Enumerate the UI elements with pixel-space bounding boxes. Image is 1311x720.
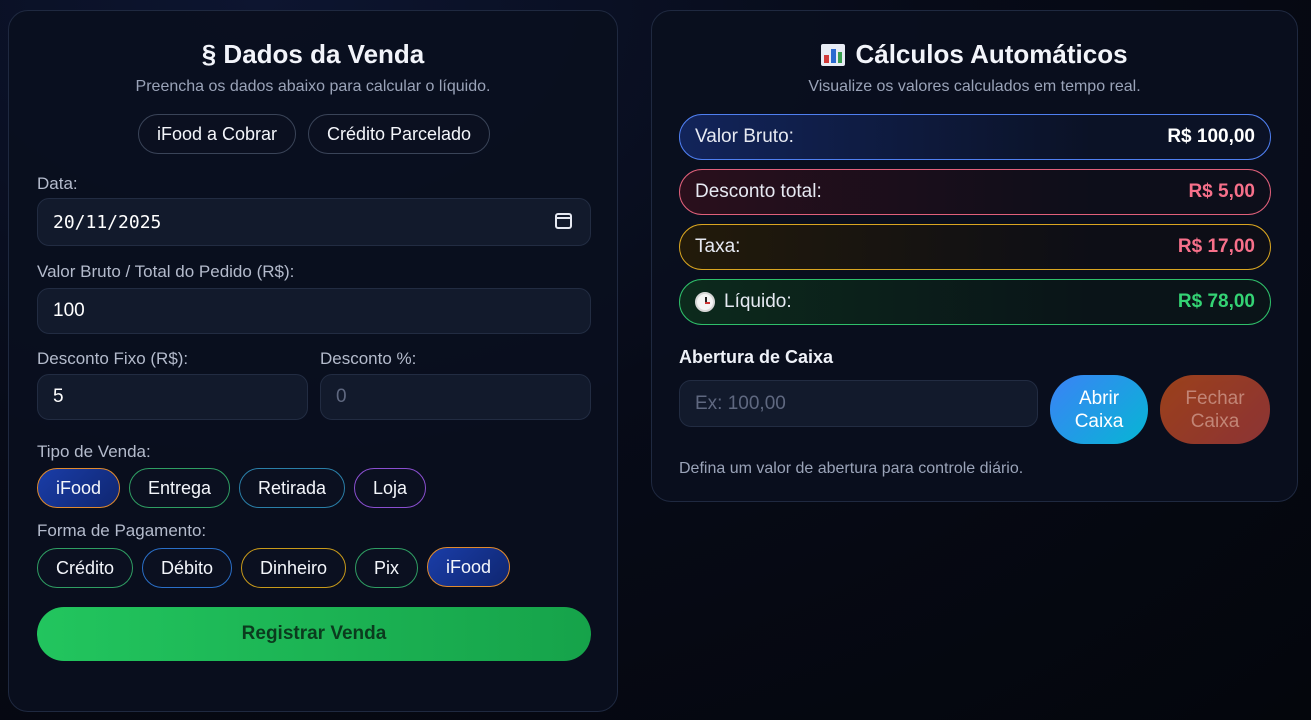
row-value: R$ 78,00 <box>1177 291 1255 312</box>
payment-label: Forma de Pagamento: <box>37 521 207 540</box>
panel-title-row: Cálculos Automáticos <box>652 39 1297 70</box>
cash-opening-title: Abertura de Caixa <box>679 347 834 367</box>
row-value: R$ 17,00 <box>1177 236 1255 257</box>
calendar-icon[interactable] <box>555 213 572 229</box>
fixed-discount-label: Desconto Fixo (R$): <box>37 349 189 368</box>
date-input[interactable]: 20/11/2025 <box>37 198 591 246</box>
net-value-row: Líquido: R$ 78,00 <box>679 279 1271 325</box>
gross-value-label: Valor Bruto / Total do Pedido (R$): <box>37 262 295 281</box>
row-label: Desconto total: <box>695 181 822 202</box>
panel-title: Cálculos Automáticos <box>855 39 1128 69</box>
date-value: 20/11/2025 <box>53 211 162 233</box>
panel-subtitle: Preencha os dados abaixo para calcular o… <box>135 78 491 95</box>
clock-icon <box>695 292 715 312</box>
payment-ifood[interactable]: iFood <box>427 547 510 587</box>
panel-title: § Dados da Venda <box>201 39 425 69</box>
sale-type-entrega[interactable]: Entrega <box>129 468 230 508</box>
gross-value-input[interactable]: 100 <box>37 288 591 334</box>
row-label-group: Líquido: <box>695 291 792 313</box>
sale-type-ifood[interactable]: iFood <box>37 468 120 508</box>
sale-type-label: Tipo de Venda: <box>37 442 151 461</box>
row-label: Valor Bruto: <box>695 126 794 147</box>
gross-value-row: Valor Bruto: R$ 100,00 <box>679 114 1271 160</box>
fee-row: Taxa: R$ 17,00 <box>679 224 1271 270</box>
date-label: Data: <box>37 174 78 193</box>
row-label: Taxa: <box>695 236 741 257</box>
credito-parcelado-button[interactable]: Crédito Parcelado <box>308 114 490 154</box>
sale-data-panel: § Dados da Venda Preencha os dados abaix… <box>8 10 618 712</box>
total-discount-row: Desconto total: R$ 5,00 <box>679 169 1271 215</box>
payment-pix[interactable]: Pix <box>355 548 418 588</box>
row-value: R$ 5,00 <box>1188 181 1255 202</box>
row-value: R$ 100,00 <box>1167 126 1255 147</box>
ifood-a-cobrar-button[interactable]: iFood a Cobrar <box>138 114 296 154</box>
payment-dinheiro[interactable]: Dinheiro <box>241 548 346 588</box>
payment-debito[interactable]: Débito <box>142 548 232 588</box>
calculations-panel: Cálculos Automáticos Visualize os valore… <box>651 10 1298 502</box>
sale-type-loja[interactable]: Loja <box>354 468 426 508</box>
register-sale-button[interactable]: Registrar Venda <box>37 607 591 661</box>
row-label: Líquido: <box>724 291 792 312</box>
percent-discount-input[interactable]: 0 <box>320 374 591 420</box>
percent-discount-label: Desconto %: <box>320 349 417 368</box>
panel-subtitle: Visualize os valores calculados em tempo… <box>808 78 1141 95</box>
bar-chart-icon <box>821 43 846 66</box>
sale-type-retirada[interactable]: Retirada <box>239 468 345 508</box>
close-cash-button[interactable]: Fechar Caixa <box>1160 375 1270 444</box>
payment-credito[interactable]: Crédito <box>37 548 133 588</box>
fixed-discount-input[interactable]: 5 <box>37 374 308 420</box>
cash-opening-input[interactable]: Ex: 100,00 <box>679 380 1038 427</box>
cash-hint: Defina um valor de abertura para control… <box>679 460 1024 477</box>
open-cash-button[interactable]: Abrir Caixa <box>1050 375 1148 444</box>
